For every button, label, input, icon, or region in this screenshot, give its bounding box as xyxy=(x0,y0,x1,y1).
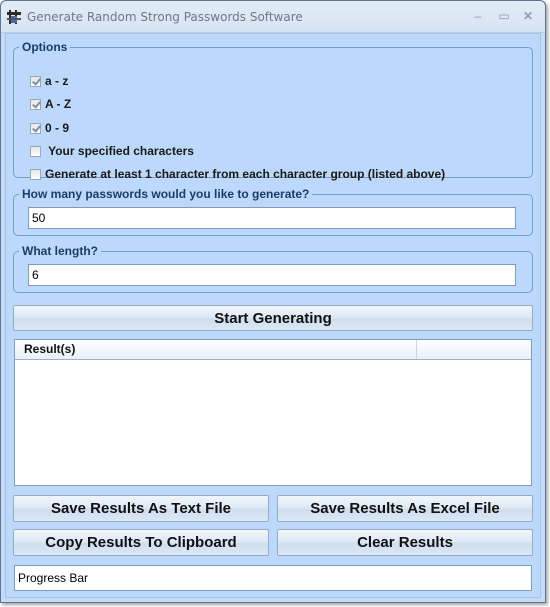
progress-bar-label: Progress Bar xyxy=(18,571,89,585)
option-each-group-label: Generate at least 1 character from each … xyxy=(45,167,446,181)
results-list[interactable]: Result(s) xyxy=(14,339,532,486)
window-title: Generate Random Strong Passwords Softwar… xyxy=(27,10,303,24)
option-lowercase-label: a - z xyxy=(45,74,69,88)
column-header-extra[interactable] xyxy=(417,340,531,359)
options-group: Options a - z A - Z 0 - 9 Your specified… xyxy=(13,40,533,181)
lowercase-checkbox[interactable] xyxy=(30,75,41,87)
option-uppercase[interactable]: A - Z xyxy=(30,96,71,112)
option-lowercase[interactable]: a - z xyxy=(30,73,68,89)
option-uppercase-label: A - Z xyxy=(45,97,72,111)
minimize-button[interactable]: – xyxy=(469,8,487,24)
options-legend: Options xyxy=(22,40,68,54)
results-header: Result(s) xyxy=(15,340,531,360)
option-digits[interactable]: 0 - 9 xyxy=(30,120,69,136)
maximize-button[interactable]: ▭ xyxy=(495,8,513,24)
uppercase-checkbox[interactable] xyxy=(30,98,41,110)
save-text-file-button[interactable]: Save Results As Text File xyxy=(13,495,269,522)
start-generating-button[interactable]: Start Generating xyxy=(13,305,533,331)
app-tool-icon xyxy=(7,10,21,24)
option-specified-chars-label: Your specified characters xyxy=(45,144,194,158)
copy-to-clipboard-button[interactable]: Copy Results To Clipboard xyxy=(13,529,269,556)
progress-bar: Progress Bar xyxy=(14,565,532,591)
clear-results-button[interactable]: Clear Results xyxy=(277,529,533,556)
title-bar[interactable]: Generate Random Strong Passwords Softwar… xyxy=(1,1,545,33)
close-button[interactable]: ✕ xyxy=(519,8,537,24)
password-length-input[interactable] xyxy=(28,264,516,286)
option-digits-label: 0 - 9 xyxy=(45,121,70,135)
client-area: Options a - z A - Z 0 - 9 Your specified… xyxy=(5,33,541,598)
password-count-input[interactable] xyxy=(28,207,516,229)
column-header-results[interactable]: Result(s) xyxy=(15,340,417,359)
option-each-group[interactable]: Generate at least 1 character from each … xyxy=(30,166,445,182)
specified-chars-checkbox[interactable] xyxy=(30,145,41,157)
app-window: Generate Random Strong Passwords Softwar… xyxy=(0,0,546,603)
option-specified-chars[interactable]: Your specified characters xyxy=(30,143,194,159)
count-legend: How many passwords would you like to gen… xyxy=(22,187,310,201)
length-legend: What length? xyxy=(22,244,98,258)
each-group-checkbox[interactable] xyxy=(30,168,41,180)
digits-checkbox[interactable] xyxy=(30,122,41,134)
save-excel-file-button[interactable]: Save Results As Excel File xyxy=(277,495,533,522)
